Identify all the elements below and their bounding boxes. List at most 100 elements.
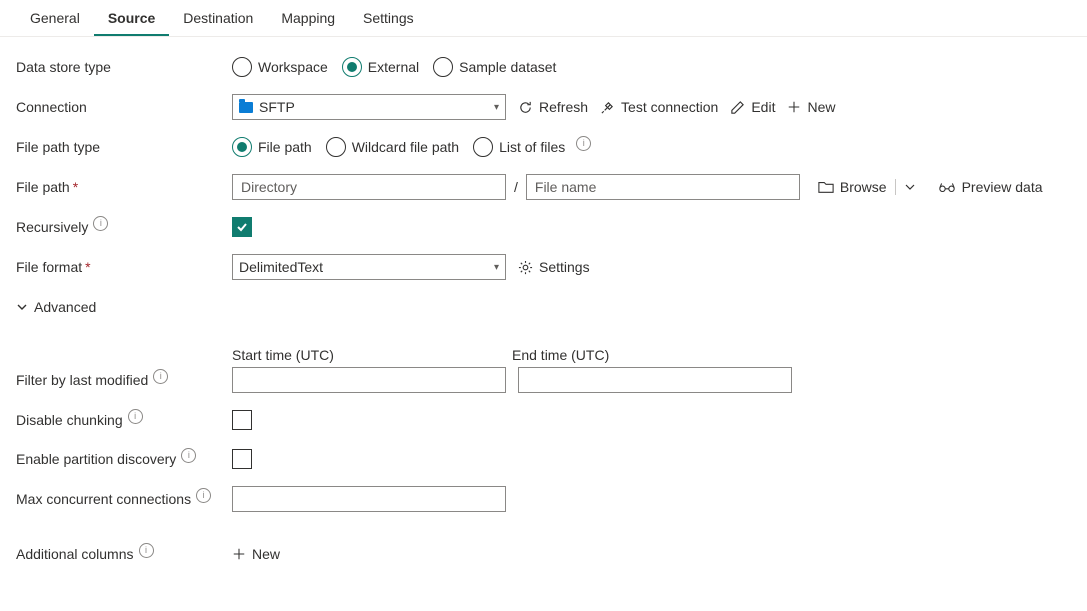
radio-sample-label: Sample dataset: [459, 59, 556, 75]
plus-icon: [787, 100, 801, 114]
advanced-label: Advanced: [34, 299, 96, 315]
radio-wildcard[interactable]: Wildcard file path: [326, 137, 459, 157]
browse-label: Browse: [840, 179, 887, 195]
info-icon[interactable]: i: [196, 488, 211, 503]
edit-label: Edit: [751, 99, 775, 115]
directory-input-wrapper: [232, 174, 506, 200]
chevron-down-icon: ▾: [494, 262, 499, 273]
file-format-settings-button[interactable]: Settings: [518, 259, 590, 275]
max-concurrent-input[interactable]: [239, 490, 499, 508]
radio-circle-icon: [433, 57, 453, 77]
info-icon[interactable]: i: [139, 543, 154, 558]
label-file-format-text: File format: [16, 259, 82, 275]
refresh-label: Refresh: [539, 99, 588, 115]
plus-icon: [232, 547, 246, 561]
info-icon[interactable]: i: [576, 136, 591, 151]
radio-circle-icon: [232, 137, 252, 157]
required-asterisk: *: [73, 179, 78, 195]
enable-partition-checkbox[interactable]: [232, 449, 252, 469]
label-file-path-type: File path type: [16, 139, 232, 155]
radio-list-files-label: List of files: [499, 139, 565, 155]
preview-data-label: Preview data: [962, 179, 1043, 195]
info-icon[interactable]: i: [181, 448, 196, 463]
label-additional-columns: Additional columns i: [16, 546, 232, 562]
radio-sample-dataset[interactable]: Sample dataset: [433, 57, 556, 77]
info-icon[interactable]: i: [93, 216, 108, 231]
path-separator: /: [514, 179, 518, 195]
file-format-settings-label: Settings: [539, 259, 590, 275]
filename-input[interactable]: [533, 178, 793, 196]
radio-circle-icon: [473, 137, 493, 157]
tab-mapping[interactable]: Mapping: [267, 0, 349, 36]
label-enable-partition-text: Enable partition discovery: [16, 451, 176, 467]
test-connection-button[interactable]: Test connection: [600, 99, 718, 115]
radio-external[interactable]: External: [342, 57, 419, 77]
end-time-heading: End time (UTC): [512, 347, 792, 363]
recursively-checkbox[interactable]: [232, 217, 252, 237]
end-time-input[interactable]: [525, 371, 785, 389]
label-file-path: File path*: [16, 179, 232, 195]
add-column-button[interactable]: New: [232, 546, 280, 562]
connection-select[interactable]: SFTP ▾: [232, 94, 506, 120]
label-max-concurrent-text: Max concurrent connections: [16, 491, 191, 507]
separator: [895, 179, 896, 195]
refresh-icon: [518, 100, 533, 115]
label-enable-partition: Enable partition discovery i: [16, 451, 232, 467]
preview-data-button[interactable]: Preview data: [938, 179, 1043, 195]
radio-file-path-label: File path: [258, 139, 312, 155]
label-connection: Connection: [16, 99, 232, 115]
tab-settings[interactable]: Settings: [349, 0, 428, 36]
gear-icon: [518, 260, 533, 275]
edit-button[interactable]: Edit: [730, 99, 775, 115]
browse-dropdown[interactable]: [904, 181, 916, 193]
label-filter-by-last-modified: Filter by last modified i: [16, 372, 232, 388]
file-format-value: DelimitedText: [239, 259, 323, 275]
radio-workspace-label: Workspace: [258, 59, 328, 75]
radio-circle-icon: [232, 57, 252, 77]
tab-source[interactable]: Source: [94, 0, 169, 36]
connection-value: SFTP: [259, 99, 295, 115]
label-disable-chunking: Disable chunking i: [16, 412, 232, 428]
new-connection-button[interactable]: New: [787, 99, 835, 115]
pencil-icon: [730, 100, 745, 115]
plug-icon: [600, 100, 615, 115]
chevron-down-icon: ▾: [494, 102, 499, 113]
label-filter-text: Filter by last modified: [16, 372, 148, 388]
label-max-concurrent: Max concurrent connections i: [16, 491, 232, 507]
tabs-bar: General Source Destination Mapping Setti…: [0, 0, 1087, 37]
disable-chunking-checkbox[interactable]: [232, 410, 252, 430]
folder-icon: [239, 102, 253, 113]
label-recursively: Recursively i: [16, 219, 232, 235]
label-file-path-text: File path: [16, 179, 70, 195]
new-connection-label: New: [807, 99, 835, 115]
advanced-toggle[interactable]: Advanced: [16, 299, 96, 315]
required-asterisk: *: [85, 259, 90, 275]
start-time-input[interactable]: [239, 371, 499, 389]
test-connection-label: Test connection: [621, 99, 718, 115]
radio-file-path[interactable]: File path: [232, 137, 312, 157]
label-data-store-type: Data store type: [16, 59, 232, 75]
label-disable-chunking-text: Disable chunking: [16, 412, 123, 428]
data-store-type-radio-group: Workspace External Sample dataset: [232, 57, 556, 77]
radio-wildcard-label: Wildcard file path: [352, 139, 459, 155]
chevron-down-icon: [16, 301, 28, 313]
browse-button[interactable]: Browse: [818, 179, 887, 195]
label-recursively-text: Recursively: [16, 219, 88, 235]
radio-workspace[interactable]: Workspace: [232, 57, 328, 77]
filename-input-wrapper: [526, 174, 800, 200]
end-time-input-wrapper: [518, 367, 792, 393]
refresh-button[interactable]: Refresh: [518, 99, 588, 115]
start-time-heading: Start time (UTC): [232, 347, 512, 363]
file-format-select[interactable]: DelimitedText ▾: [232, 254, 506, 280]
start-time-input-wrapper: [232, 367, 506, 393]
directory-input[interactable]: [239, 178, 499, 196]
tab-general[interactable]: General: [16, 0, 94, 36]
label-file-format: File format*: [16, 259, 232, 275]
radio-circle-icon: [326, 137, 346, 157]
label-additional-columns-text: Additional columns: [16, 546, 134, 562]
info-icon[interactable]: i: [153, 369, 168, 384]
radio-list-files[interactable]: List of files i: [473, 137, 591, 157]
info-icon[interactable]: i: [128, 409, 143, 424]
chevron-down-icon: [904, 181, 916, 193]
tab-destination[interactable]: Destination: [169, 0, 267, 36]
